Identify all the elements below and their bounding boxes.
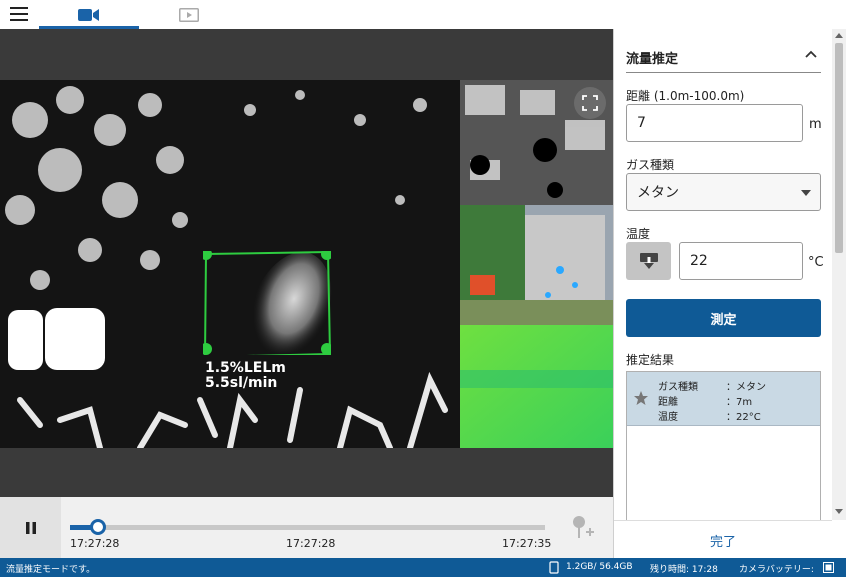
temperature-unit: °C bbox=[808, 255, 824, 270]
gas-type-label: ガス種類 bbox=[626, 158, 675, 172]
battery-icon bbox=[823, 562, 834, 573]
result-distance-value: ：7m bbox=[726, 397, 753, 408]
gas-type-value: メタン bbox=[637, 185, 679, 201]
camera-feed[interactable]: 1.5%LELm 5.5sl/min bbox=[0, 80, 613, 448]
menu-icon[interactable] bbox=[10, 7, 28, 21]
storage-usage: 1.2GB/ 56.4GB bbox=[566, 562, 633, 572]
storage-icon bbox=[549, 561, 559, 574]
add-pin-icon bbox=[573, 516, 594, 538]
result-distance-key: 距離 bbox=[658, 397, 678, 408]
scroll-up-icon[interactable] bbox=[835, 33, 843, 38]
roi-readout: 1.5%LELm 5.5sl/min bbox=[205, 361, 286, 391]
temperature-fetch-button[interactable] bbox=[626, 242, 671, 280]
scroll-thumb[interactable] bbox=[835, 43, 843, 253]
fullscreen-button[interactable] bbox=[574, 87, 606, 119]
panel-scrollbar[interactable] bbox=[832, 29, 846, 520]
chevron-up-icon[interactable] bbox=[805, 50, 817, 58]
time-current: 17:27:28 bbox=[286, 537, 336, 550]
results-label: 推定結果 bbox=[626, 353, 675, 367]
roi-handle-bottom-left bbox=[203, 343, 212, 355]
done-button[interactable]: 完了 bbox=[614, 531, 832, 550]
temperature-label: 温度 bbox=[626, 227, 651, 241]
concentration-readout: 1.5%LELm bbox=[205, 360, 286, 376]
distance-label: 距離 (1.0m-100.0m) bbox=[626, 89, 745, 103]
result-gas-key: ガス種類 bbox=[658, 382, 698, 393]
play-video-icon bbox=[179, 7, 199, 22]
panel-footer: 完了 bbox=[614, 520, 832, 558]
star-icon[interactable] bbox=[633, 390, 649, 406]
video-camera-icon bbox=[78, 8, 99, 21]
tab-playback[interactable] bbox=[139, 0, 239, 29]
status-bar: 流量推定モードです。 1.2GB/ 56.4GB 残り時間: 17:28 カメラ… bbox=[0, 558, 846, 577]
distance-unit: m bbox=[809, 117, 822, 132]
distance-input[interactable]: 7 bbox=[626, 104, 803, 142]
result-temperature-value: ：22°C bbox=[726, 412, 761, 423]
temperature-input[interactable]: 22 bbox=[679, 242, 803, 280]
panel-title: 流量推定 bbox=[626, 52, 679, 67]
status-mode: 流量推定モードです。 bbox=[6, 565, 96, 575]
add-marker-button[interactable] bbox=[569, 514, 595, 540]
pause-icon bbox=[25, 521, 36, 534]
scroll-down-icon[interactable] bbox=[835, 509, 843, 514]
thermometer-download-icon bbox=[639, 253, 658, 269]
time-end: 17:27:35 bbox=[502, 537, 552, 550]
camera-battery-label: カメラバッテリー: bbox=[739, 565, 814, 575]
fullscreen-icon bbox=[582, 95, 598, 111]
dropdown-arrow-icon bbox=[801, 190, 811, 196]
gas-type-select[interactable]: メタン bbox=[626, 173, 821, 211]
flow-readout: 5.5sl/min bbox=[205, 375, 278, 391]
roi-handle-top-left bbox=[203, 251, 212, 260]
result-item[interactable]: ガス種類 ：メタン 距離 ：7m 温度 ：22°C bbox=[627, 372, 820, 426]
pause-button[interactable] bbox=[0, 497, 61, 558]
remaining-time: 残り時間: 17:28 bbox=[650, 565, 718, 575]
flow-estimation-panel: 流量推定 距離 (1.0m-100.0m) 7 m ガス種類 メタン 温度 22… bbox=[613, 29, 846, 558]
detection-roi[interactable] bbox=[203, 251, 331, 355]
roi-handle-top-right bbox=[321, 251, 331, 260]
timeline-slider[interactable] bbox=[70, 519, 545, 535]
tab-live-camera[interactable] bbox=[39, 0, 139, 29]
timeline-thumb[interactable] bbox=[90, 519, 106, 535]
panel-header[interactable]: 流量推定 bbox=[626, 43, 821, 73]
measure-button[interactable]: 測定 bbox=[626, 299, 821, 337]
result-gas-value: ：メタン bbox=[726, 382, 766, 393]
results-list: ガス種類 ：メタン 距離 ：7m 温度 ：22°C bbox=[626, 371, 821, 521]
playback-bar: 17:27:28 17:27:28 17:27:35 bbox=[0, 497, 613, 558]
top-bar bbox=[0, 0, 846, 29]
time-start: 17:27:28 bbox=[70, 537, 120, 550]
result-temperature-key: 温度 bbox=[658, 412, 678, 423]
video-area: 1.5%LELm 5.5sl/min bbox=[0, 29, 613, 497]
